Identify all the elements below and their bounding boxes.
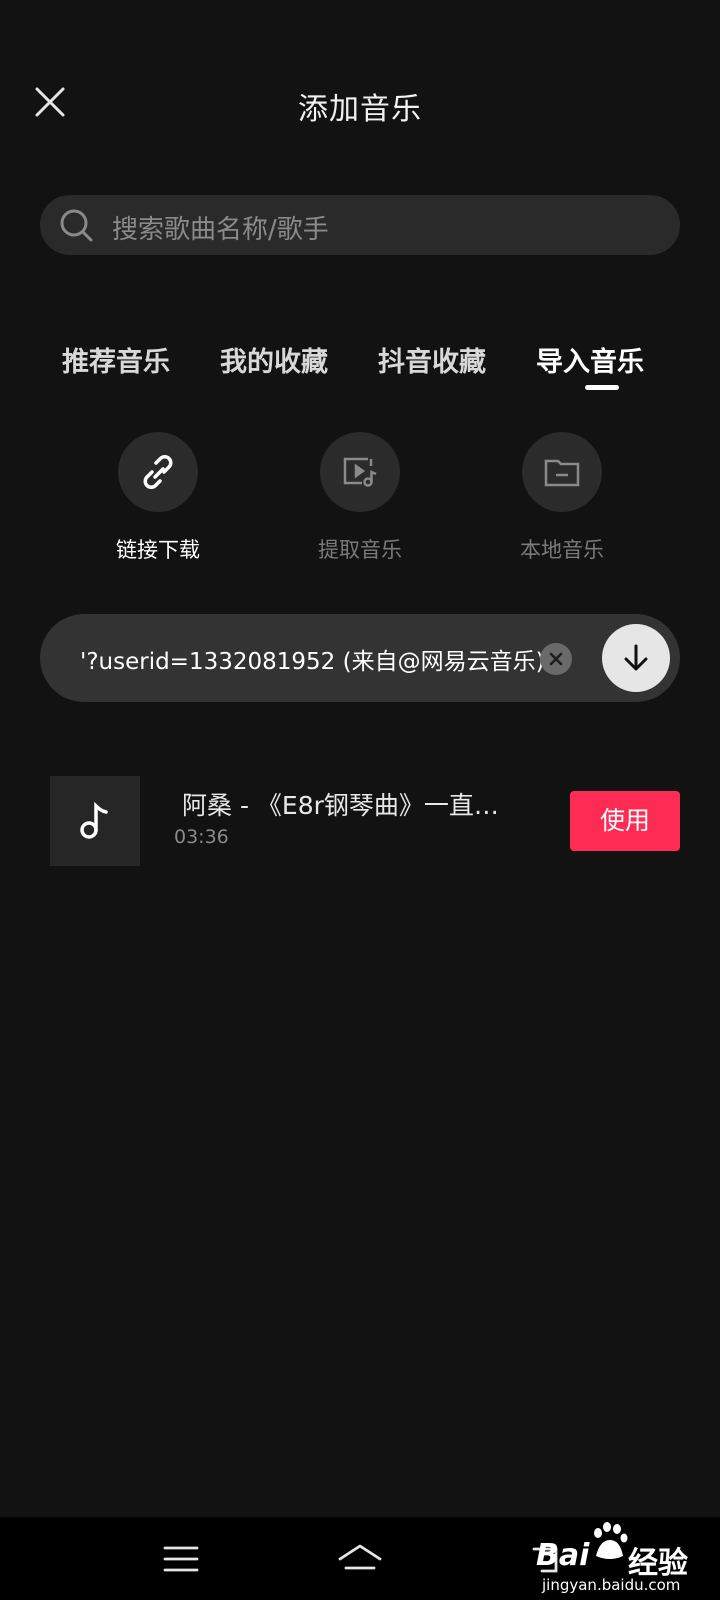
download-button[interactable]: [602, 624, 670, 692]
music-note-icon: [80, 801, 108, 839]
link-input-bar: '?userid=1332081952 (来自@网易云音乐): [40, 614, 680, 702]
link-download-label: 链接下载: [116, 538, 200, 562]
clear-input-button[interactable]: [540, 643, 572, 675]
folder-icon-circle: [522, 432, 602, 512]
tab-recommended[interactable]: 推荐音乐: [62, 340, 170, 379]
import-sources: 链接下载 提取音乐 本地音乐: [0, 432, 720, 572]
tab-bar: 推荐音乐 我的收藏 抖音收藏 导入音乐: [0, 330, 720, 400]
search-input[interactable]: 搜索歌曲名称/歌手: [40, 195, 680, 255]
baidu-paw-icon: [594, 1522, 628, 1559]
link-icon-circle: [118, 432, 198, 512]
search-icon: [60, 209, 93, 242]
link-download-button[interactable]: 链接下载: [93, 432, 223, 564]
song-duration: 03:36: [174, 826, 229, 848]
tab-my-favorites[interactable]: 我的收藏: [220, 340, 328, 379]
page-title: 添加音乐: [298, 92, 422, 127]
extract-music-button[interactable]: 提取音乐: [295, 432, 425, 564]
use-button[interactable]: 使用: [570, 791, 680, 851]
link-input-field[interactable]: '?userid=1332081952 (来自@网易云音乐): [80, 642, 570, 676]
header: 添加音乐: [0, 0, 720, 210]
home-icon: [338, 1544, 382, 1570]
link-icon: [143, 455, 173, 489]
song-cover: [50, 776, 140, 866]
clear-icon: [549, 652, 563, 666]
menu-button[interactable]: [157, 1535, 205, 1583]
local-music-label: 本地音乐: [520, 538, 604, 562]
tab-douyin-favorites[interactable]: 抖音收藏: [378, 340, 486, 379]
arrow-down-icon: [624, 644, 648, 671]
extract-music-label: 提取音乐: [318, 538, 402, 562]
search-placeholder: 搜索歌曲名称/歌手: [112, 215, 329, 245]
active-tab-indicator: [585, 385, 619, 390]
baidu-watermark: Bai 经验 jingyan.baidu.com: [528, 1518, 718, 1600]
tab-import-music[interactable]: 导入音乐: [536, 340, 644, 379]
video-music-icon-circle: [320, 432, 400, 512]
menu-icon: [163, 1546, 199, 1572]
link-input-value: '?userid=1332081952 (来自@网易云音乐): [80, 649, 545, 675]
local-music-button[interactable]: 本地音乐: [497, 432, 627, 564]
song-list-item[interactable]: 阿桑 - 《E8r钢琴曲》一直… 03:36 使用: [50, 776, 680, 866]
folder-icon: [544, 459, 580, 487]
song-title: 阿桑 - 《E8r钢琴曲》一直…: [182, 791, 499, 820]
watermark-brand: Bai: [536, 1538, 590, 1573]
home-button[interactable]: [336, 1535, 384, 1583]
video-music-icon: [343, 457, 377, 487]
watermark-url: jingyan.baidu.com: [542, 1576, 681, 1594]
